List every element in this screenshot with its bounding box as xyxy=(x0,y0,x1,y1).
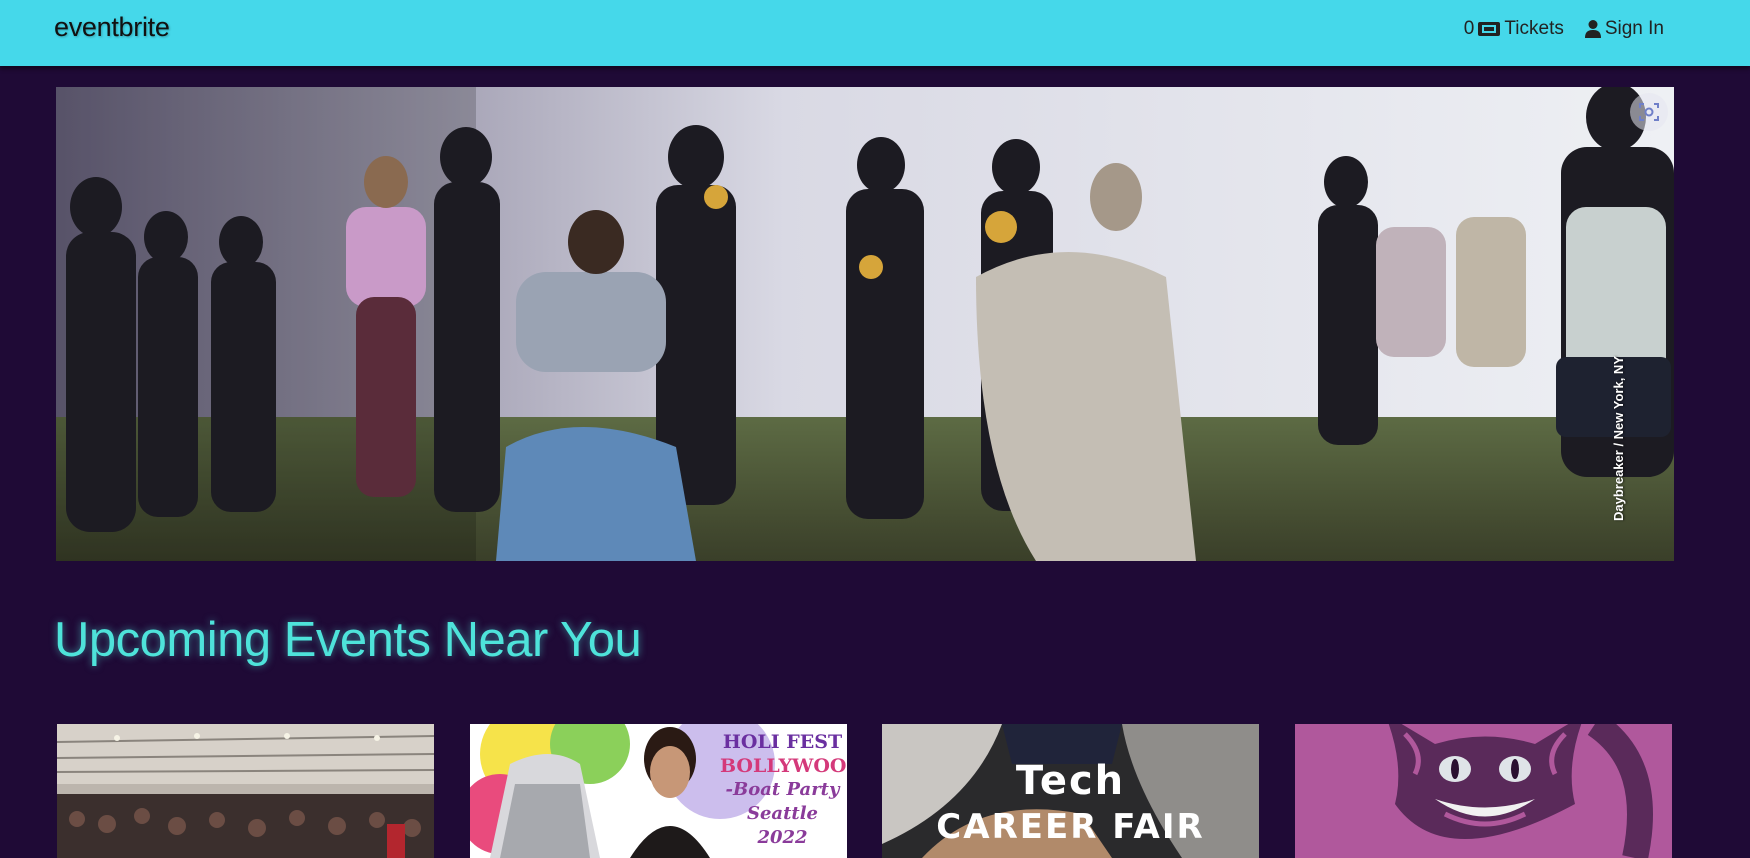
user-icon xyxy=(1584,19,1602,39)
event-card-2[interactable]: HOLI FEST BOLLYWOOD -Boat Party Seattle … xyxy=(470,724,847,858)
warehouse-crowd-photo xyxy=(57,724,434,858)
poster-line-4: Seattle 2022 xyxy=(746,803,819,848)
sign-in-label: Sign In xyxy=(1604,18,1664,39)
ticket-count: 0 xyxy=(1463,18,1475,39)
header-nav: 0 Tickets Sign In xyxy=(1464,18,1664,40)
photo-credit: Daybreaker / New York, NY xyxy=(1611,356,1626,521)
career-fair-line-2: CAREER FAIR xyxy=(936,807,1205,847)
career-fair-line-1: Tech xyxy=(1015,758,1126,804)
cheshire-cat-illustration xyxy=(1295,724,1672,858)
ticket-icon xyxy=(1477,20,1501,38)
tickets-label: Tickets xyxy=(1504,18,1564,39)
poster-line-3: -Boat Party xyxy=(725,779,840,800)
poster-line-2: BOLLYWOOD xyxy=(720,755,847,777)
hero-photo xyxy=(56,87,1674,561)
eventbrite-logo[interactable]: eventbrite xyxy=(54,12,170,43)
hero-banner: Daybreaker / New York, NY xyxy=(56,87,1674,561)
event-card-1[interactable] xyxy=(57,724,434,858)
visual-search-icon[interactable] xyxy=(1630,93,1668,131)
event-card-3[interactable]: Tech CAREER FAIR xyxy=(882,724,1259,858)
sign-in-link[interactable]: Sign In xyxy=(1584,18,1664,40)
event-card-4[interactable] xyxy=(1295,724,1672,858)
section-title: Upcoming Events Near You xyxy=(54,613,642,667)
poster-line-1: HOLI FEST xyxy=(722,731,843,753)
top-navigation-bar: eventbrite 0 Tickets Sign In xyxy=(0,0,1750,66)
tickets-link[interactable]: 0 Tickets xyxy=(1464,18,1564,40)
